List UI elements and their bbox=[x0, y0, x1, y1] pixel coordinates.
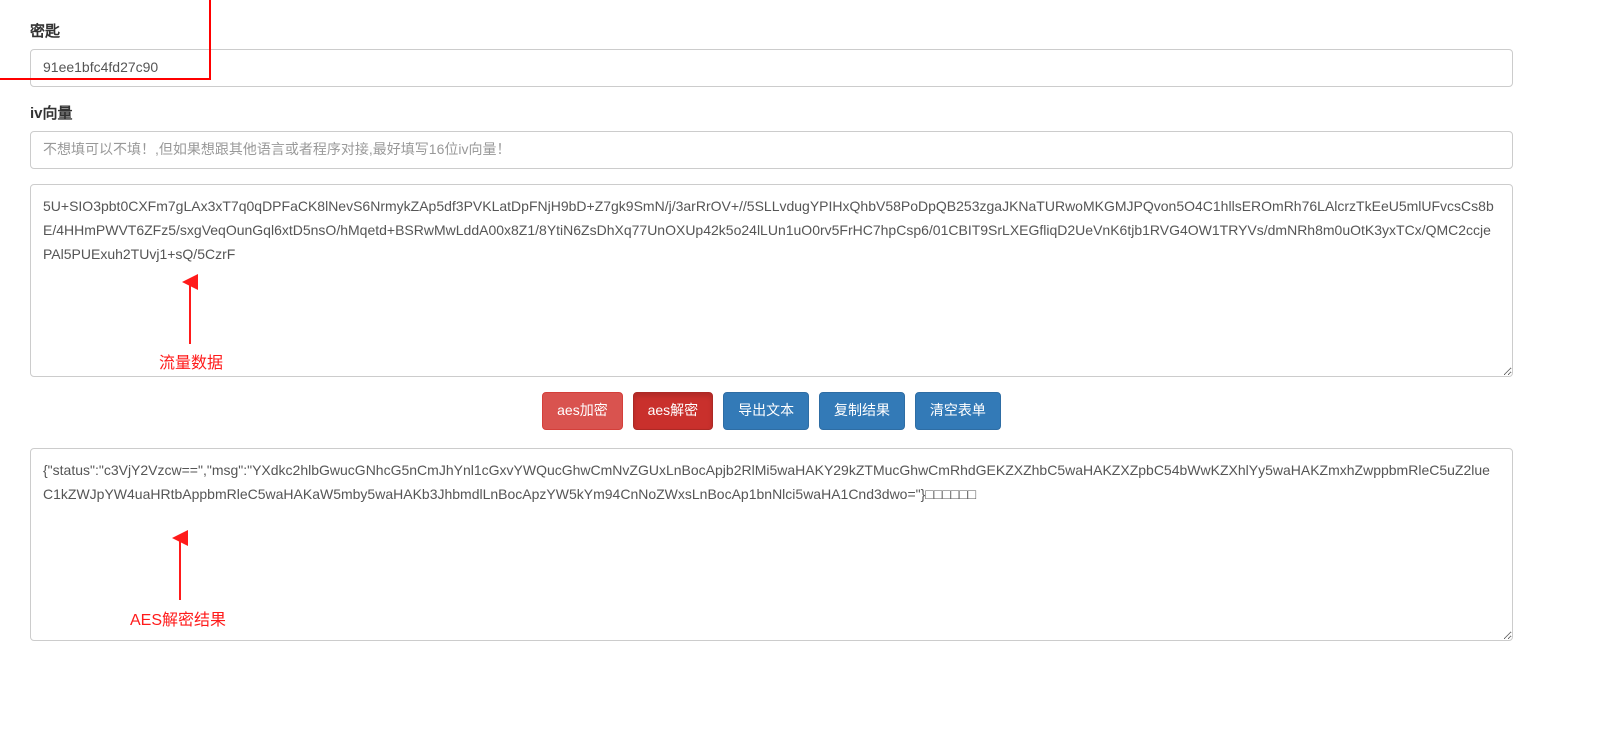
iv-input[interactable] bbox=[30, 131, 1513, 169]
copy-result-button[interactable]: 复制结果 bbox=[819, 392, 905, 430]
button-row: aes加密 aes解密 导出文本 复制结果 清空表单 bbox=[30, 392, 1513, 430]
clear-form-button[interactable]: 清空表单 bbox=[915, 392, 1001, 430]
key-label: 密匙 bbox=[30, 20, 1513, 41]
aes-decrypt-button[interactable]: aes解密 bbox=[633, 392, 714, 430]
key-input[interactable] bbox=[30, 49, 1513, 87]
ciphertext-input[interactable] bbox=[30, 184, 1513, 377]
iv-label: iv向量 bbox=[30, 102, 1513, 123]
plaintext-output[interactable] bbox=[30, 448, 1513, 641]
export-text-button[interactable]: 导出文本 bbox=[723, 392, 809, 430]
aes-encrypt-button[interactable]: aes加密 bbox=[542, 392, 623, 430]
